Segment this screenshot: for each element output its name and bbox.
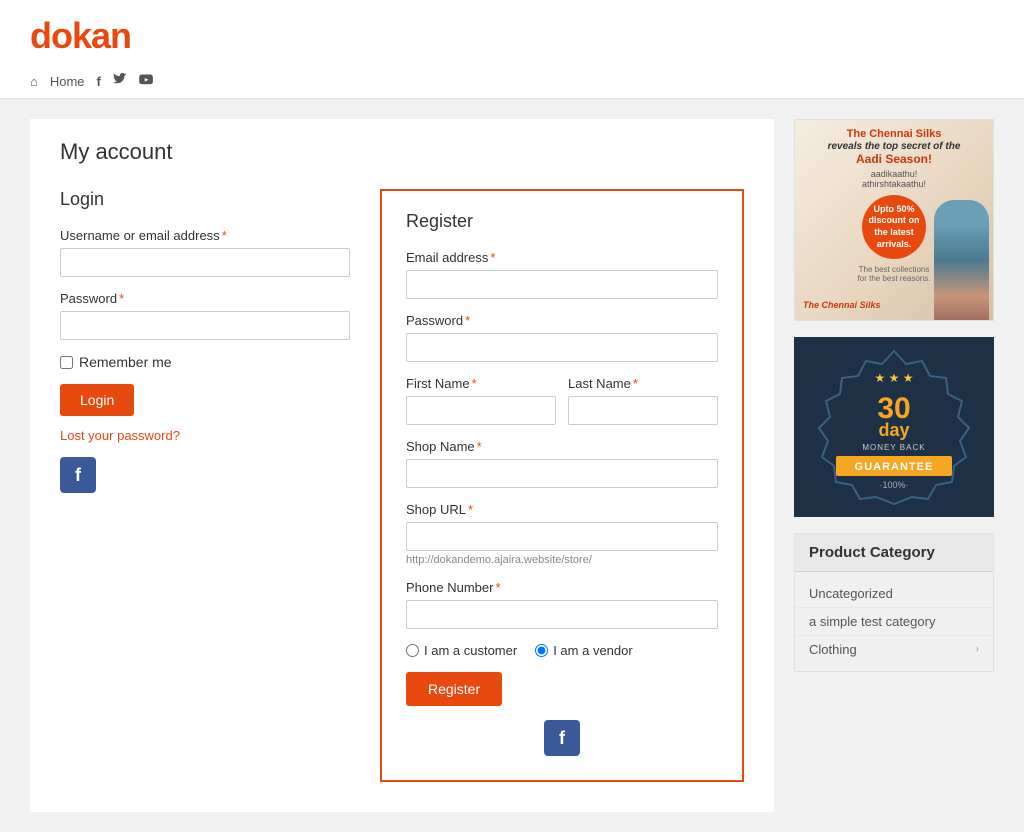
- sidebar: The Chennai Silks reveals the top secret…: [794, 119, 994, 812]
- ad-brand: The Chennai Silks: [803, 300, 881, 310]
- header: dokan ⌂ Home f: [0, 0, 1024, 99]
- email-group: Email address*: [406, 250, 718, 299]
- chevron-right-icon: ›: [976, 644, 979, 655]
- remember-me-label[interactable]: Remember me: [79, 354, 172, 370]
- customer-option: I am a customer: [406, 643, 517, 658]
- ad-tagline1: aadikaathu!: [803, 169, 985, 179]
- last-name-label: Last Name*: [568, 376, 718, 391]
- two-column-layout: Login Username or email address* Passwor…: [60, 189, 744, 782]
- name-row: First Name* Last Name*: [406, 376, 718, 439]
- login-button[interactable]: Login: [60, 384, 134, 416]
- register-title: Register: [406, 211, 718, 232]
- page-title: My account: [60, 139, 744, 165]
- logo: dokan: [30, 15, 994, 57]
- category-link-clothing[interactable]: Clothing: [809, 642, 857, 657]
- woman-silhouette: [934, 200, 989, 320]
- phone-label: Phone Number*: [406, 580, 718, 595]
- logo-d: d: [30, 15, 51, 56]
- ad-chennai-silks: The Chennai Silks reveals the top secret…: [794, 119, 994, 321]
- svg-text:MONEY BACK: MONEY BACK: [862, 443, 925, 452]
- login-title: Login: [60, 189, 350, 210]
- password-register-group: Password*: [406, 313, 718, 362]
- ad-headline: The Chennai Silks reveals the top secret…: [803, 128, 985, 166]
- email-label: Email address*: [406, 250, 718, 265]
- svg-text:GUARANTEE: GUARANTEE: [855, 461, 934, 473]
- youtube-nav-link[interactable]: [139, 73, 153, 90]
- shop-url-hint: http://dokandemo.ajaira.website/store/: [406, 554, 718, 566]
- main-area: My account Login Username or email addre…: [30, 119, 774, 812]
- first-name-input[interactable]: [406, 396, 556, 425]
- vendor-radio[interactable]: [535, 644, 548, 657]
- fb-register-row: f: [406, 720, 718, 756]
- list-item[interactable]: Uncategorized: [795, 580, 993, 608]
- last-name-group: Last Name*: [568, 376, 718, 425]
- email-input[interactable]: [406, 270, 718, 299]
- home-link[interactable]: Home: [50, 74, 85, 89]
- lost-password-link[interactable]: Lost your password?: [60, 428, 350, 443]
- password-login-input[interactable]: [60, 311, 350, 340]
- last-name-input[interactable]: [568, 396, 718, 425]
- password-login-label: Password*: [60, 291, 350, 306]
- first-name-group: First Name*: [406, 376, 556, 425]
- facebook-register-button[interactable]: f: [544, 720, 580, 756]
- phone-input[interactable]: [406, 600, 718, 629]
- username-input[interactable]: [60, 248, 350, 277]
- phone-group: Phone Number*: [406, 580, 718, 629]
- first-name-label: First Name*: [406, 376, 556, 391]
- product-category-box: Product Category Uncategorized a simple …: [794, 533, 994, 672]
- role-radio-row: I am a customer I am a vendor: [406, 643, 718, 658]
- shop-url-input[interactable]: [406, 522, 718, 551]
- guarantee-badge: ★ ★ ★ 30 day MONEY BACK GUARANTEE ·100%·: [814, 346, 974, 509]
- facebook-nav-link[interactable]: f: [97, 74, 101, 89]
- twitter-nav-link[interactable]: [113, 73, 127, 90]
- product-category-list: Uncategorized a simple test category Clo…: [795, 572, 993, 671]
- shop-name-group: Shop Name*: [406, 439, 718, 488]
- nav-bar: ⌂ Home f: [30, 65, 994, 98]
- facebook-login-button[interactable]: f: [60, 457, 96, 493]
- customer-label[interactable]: I am a customer: [424, 643, 517, 658]
- remember-me-checkbox[interactable]: [60, 356, 73, 369]
- vendor-label[interactable]: I am a vendor: [553, 643, 633, 658]
- register-section: Register Email address* Password*: [380, 189, 744, 782]
- ad-discount-badge: Upto 50% discount on the latest arrivals…: [862, 195, 926, 259]
- username-label: Username or email address*: [60, 228, 350, 243]
- page-content: My account Login Username or email addre…: [0, 99, 1024, 832]
- category-link-uncategorized[interactable]: Uncategorized: [809, 586, 893, 601]
- guarantee-ad: ★ ★ ★ 30 day MONEY BACK GUARANTEE ·100%·: [794, 337, 994, 517]
- login-section: Login Username or email address* Passwor…: [60, 189, 350, 782]
- svg-text:★ ★ ★: ★ ★ ★: [875, 371, 914, 385]
- list-item[interactable]: Clothing ›: [795, 636, 993, 663]
- shop-url-label: Shop URL*: [406, 502, 718, 517]
- customer-radio[interactable]: [406, 644, 419, 657]
- remember-me-row: Remember me: [60, 354, 350, 370]
- ad-tagline2: athirshtakaathu!: [803, 179, 985, 189]
- logo-rest: okan: [51, 15, 131, 56]
- vendor-option: I am a vendor: [535, 643, 633, 658]
- password-register-input[interactable]: [406, 333, 718, 362]
- register-button[interactable]: Register: [406, 672, 502, 706]
- shop-name-input[interactable]: [406, 459, 718, 488]
- password-register-label: Password*: [406, 313, 718, 328]
- shop-name-label: Shop Name*: [406, 439, 718, 454]
- list-item[interactable]: a simple test category: [795, 608, 993, 636]
- category-link-simple-test[interactable]: a simple test category: [809, 614, 935, 629]
- home-icon: ⌂: [30, 74, 38, 89]
- shop-url-group: Shop URL* http://dokandemo.ajaira.websit…: [406, 502, 718, 566]
- password-login-group: Password*: [60, 291, 350, 340]
- product-category-header: Product Category: [795, 534, 993, 572]
- svg-text:day: day: [878, 420, 909, 440]
- username-group: Username or email address*: [60, 228, 350, 277]
- svg-text:·100%·: ·100%·: [879, 480, 908, 490]
